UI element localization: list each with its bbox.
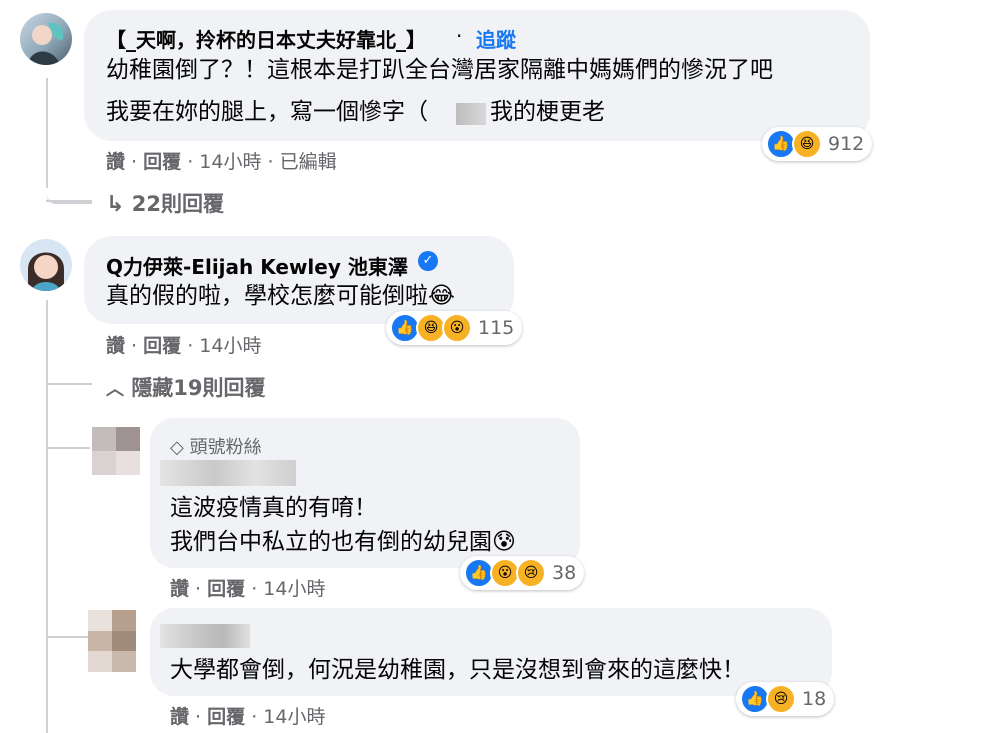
reply-link[interactable]: 回覆 (143, 151, 181, 173)
timestamp[interactable]: 14小時 (263, 706, 325, 728)
sad-icon: 😢 (766, 684, 796, 714)
thread-elbow (46, 140, 92, 204)
reaction-count: 912 (828, 133, 865, 155)
redacted-block (456, 103, 486, 125)
comment-meta: 讚 · 回覆 · 14小時 · 已編輯 (106, 151, 337, 173)
chevron-up-icon: ︿ (106, 379, 124, 400)
reply-text-line: 我們台中私立的也有倒的幼兒園😰 (170, 529, 516, 555)
reply-meta: 讚 · 回覆 · 14小時 (170, 578, 326, 600)
comment-text-line: 真的假的啦，學校怎麼可能倒啦😂 (106, 283, 455, 309)
comment-meta: 讚 · 回覆 · 14小時 (106, 335, 262, 357)
timestamp[interactable]: 14小時 (199, 335, 261, 357)
thread-line (46, 300, 48, 733)
thread-connector (46, 200, 92, 202)
sad-icon: 😢 (516, 558, 546, 588)
reaction-count: 38 (552, 562, 577, 584)
reaction-count: 18 (802, 688, 827, 710)
reply-text-line: 大學都會倒，何況是幼稚園，只是沒想到會來的這麼快！ (170, 657, 745, 683)
timestamp[interactable]: 14小時 (199, 151, 261, 173)
reply-link[interactable]: 回覆 (207, 706, 245, 728)
comment-text-line: 我要在妳的腿上，寫一個慘字（ (106, 99, 428, 125)
avatar[interactable] (88, 610, 136, 672)
wow-icon: 😮 (442, 313, 472, 343)
comment-author[interactable]: 【_天啊，拎杯的日本丈夫好靠北_】 (106, 24, 426, 53)
reply-meta: 讚 · 回覆 · 14小時 (170, 706, 326, 728)
reaction-count: 115 (478, 317, 515, 339)
avatar[interactable] (20, 13, 72, 65)
avatar-image-icon (28, 22, 64, 65)
thread-connector (46, 636, 88, 638)
redacted-name (160, 624, 250, 648)
reaction-summary[interactable]: 👍 😮 😢 38 (460, 556, 585, 590)
timestamp[interactable]: 14小時 (263, 578, 325, 600)
edited-label[interactable]: 已編輯 (280, 151, 337, 173)
avatar-image-icon (28, 252, 64, 291)
view-replies-button[interactable]: ↳ 22則回覆 (106, 188, 224, 218)
reaction-summary[interactable]: 👍 😆 912 (762, 127, 873, 161)
comment-text-line: 幼稚園倒了？！這根本是打趴全台灣居家隔離中媽媽們的慘況了吧 (106, 57, 773, 83)
diamond-icon: ◇ (170, 437, 184, 458)
like-link[interactable]: 讚 (106, 151, 125, 173)
thread-connector (46, 447, 90, 449)
reaction-summary[interactable]: 👍 😢 18 (736, 682, 835, 716)
reaction-summary[interactable]: 👍 😆 😮 115 (386, 311, 523, 345)
top-fan-badge: ◇ 頭號粉絲 (170, 437, 262, 458)
like-link[interactable]: 讚 (170, 706, 189, 728)
thread-connector (46, 383, 92, 385)
comment-text-line: 我的梗更老 (490, 99, 605, 125)
hide-replies-button[interactable]: ︿ 隱藏19則回覆 (106, 372, 266, 402)
avatar[interactable] (20, 239, 72, 291)
follow-separator: · (456, 24, 463, 48)
redacted-name (160, 460, 296, 486)
avatar[interactable] (92, 427, 140, 475)
verified-badge-icon: ✓ (418, 251, 438, 271)
like-link[interactable]: 讚 (106, 335, 125, 357)
like-link[interactable]: 讚 (170, 578, 189, 600)
reply-link[interactable]: 回覆 (207, 578, 245, 600)
reply-link[interactable]: 回覆 (143, 335, 181, 357)
reply-arrow-icon: ↳ (106, 192, 125, 217)
haha-icon: 😆 (792, 129, 822, 159)
follow-link[interactable]: 追蹤 (476, 24, 516, 53)
